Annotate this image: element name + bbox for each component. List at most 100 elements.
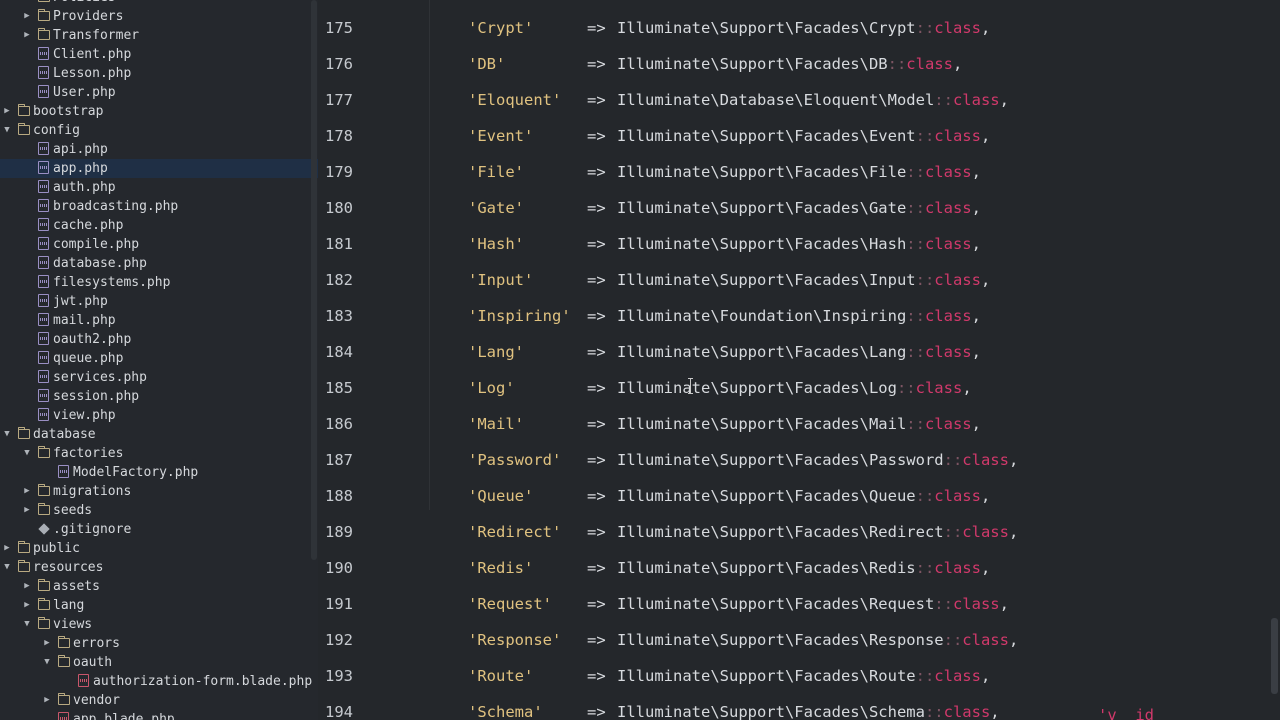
chevron-right-icon[interactable]: ▶ [21, 596, 33, 615]
tree-file[interactable]: api.php [0, 140, 318, 159]
code-line[interactable]: 180 'Gate' => Illuminate\Support\Facades\Ga… [318, 190, 1280, 226]
code-line[interactable]: 190 'Redis' => Illuminate\Support\Facades\R… [318, 550, 1280, 586]
tree-file[interactable]: cache.php [0, 216, 318, 235]
code-line[interactable]: 191 'Request' => Illuminate\Support\Facades… [318, 586, 1280, 622]
code-line[interactable]: 188 'Queue' => Illuminate\Support\Facades\Q… [318, 478, 1280, 514]
tree-folder[interactable]: ▼ config [0, 121, 318, 140]
line-number: 193 [325, 667, 353, 685]
chevron-right-icon[interactable]: ▶ [21, 7, 33, 26]
line-number: 182 [325, 271, 353, 289]
code-line[interactable]: 185 'Log' => Illuminate\Support\Facades\Log… [318, 370, 1280, 406]
tree-folder[interactable]: ▶ assets [0, 577, 318, 596]
tree-file[interactable]: session.php [0, 387, 318, 406]
editor-scrollbar[interactable] [1271, 618, 1278, 694]
namespace-path: Illuminate\Support\Facades\Event [617, 127, 916, 145]
tree-folder[interactable]: ▶ seeds [0, 501, 318, 520]
namespace-path: Illuminate\Support\Facades\Request [617, 595, 935, 613]
chevron-down-icon[interactable]: ▼ [21, 615, 33, 634]
chevron-right-icon[interactable]: ▶ [21, 577, 33, 596]
chevron-down-icon[interactable]: ▼ [1, 121, 13, 140]
chevron-right-icon[interactable]: ▶ [1, 102, 13, 121]
tree-folder[interactable]: ▼ resources [0, 558, 318, 577]
line-number: 189 [325, 523, 353, 541]
tree-file[interactable]: view.php [0, 406, 318, 425]
chevron-down-icon[interactable]: ▼ [1, 558, 13, 577]
tree-file[interactable]: compile.php [0, 235, 318, 254]
tree-folder[interactable]: ▶ Policies [0, 0, 318, 7]
code-editor[interactable]: 175 'Crypt' => Illuminate\Support\Facades\C… [318, 0, 1280, 720]
code-line[interactable]: 184 'Lang' => Illuminate\Support\Facades\La… [318, 334, 1280, 370]
chevron-down-icon[interactable]: ▼ [1, 425, 13, 444]
code-line[interactable]: 187 'Password' => Illuminate\Support\Facade… [318, 442, 1280, 478]
tree-folder[interactable]: ▶ migrations [0, 482, 318, 501]
chevron-right-icon[interactable]: ▶ [1, 539, 13, 558]
chevron-right-icon[interactable]: ▶ [21, 26, 33, 45]
tree-file[interactable]: services.php [0, 368, 318, 387]
tree-file[interactable]: Client.php [0, 45, 318, 64]
alias-key: 'Schema' [468, 703, 543, 720]
tree-file[interactable]: jwt.php [0, 292, 318, 311]
chevron-right-icon[interactable]: ▶ [21, 482, 33, 501]
tree-file[interactable]: oauth2.php [0, 330, 318, 349]
tree-folder[interactable]: ▶ lang [0, 596, 318, 615]
tree-folder[interactable]: ▶ public [0, 539, 318, 558]
code-line[interactable]: 178 'Event' => Illuminate\Support\Facades\E… [318, 118, 1280, 154]
comma: , [980, 127, 991, 145]
namespace-path: Illuminate\Support\Facades\Gate [617, 199, 907, 217]
tree-file[interactable]: authorization-form.blade.php [0, 672, 318, 691]
code-lines: 175 'Crypt' => Illuminate\Support\Facades\C… [318, 10, 1280, 720]
tree-folder[interactable]: ▶ errors [0, 634, 318, 653]
comma: , [971, 307, 981, 325]
sidebar-scrollbar[interactable] [311, 0, 317, 560]
code-line[interactable]: 183 'Inspiring' => Illuminate\Foundation\In… [318, 298, 1280, 334]
tree-folder[interactable]: ▼ views [0, 615, 318, 634]
tree-file[interactable]: database.php [0, 254, 318, 273]
chevron-right-icon[interactable]: ▶ [41, 634, 53, 653]
tree-item-label: mail.php [53, 313, 116, 328]
class-reference: Illuminate\Support\Facades\Input::class, [617, 262, 990, 298]
scope-operator: :: [896, 379, 916, 397]
code-line[interactable]: 186 'Mail' => Illuminate\Support\Facades\Ma… [318, 406, 1280, 442]
code-line[interactable]: 192 'Response' => Illuminate\Support\Facade… [318, 622, 1280, 658]
folder-icon [17, 541, 30, 553]
code-line[interactable]: 182 'Input' => Illuminate\Support\Facades\I… [318, 262, 1280, 298]
code-line[interactable]: 179 'File' => Illuminate\Support\Facades\Fi… [318, 154, 1280, 190]
chevron-right-icon[interactable]: ▶ [21, 501, 33, 520]
tree-folder[interactable]: ▼ database [0, 425, 318, 444]
code-line[interactable]: 176 'DB' => Illuminate\Support\Facades\DB::… [318, 46, 1280, 82]
code-line[interactable]: 189 'Redirect' => Illuminate\Support\Facade… [318, 514, 1280, 550]
code-line[interactable]: 177 'Eloquent' => Illuminate\Database\Eloqu… [318, 82, 1280, 118]
tree-file[interactable]: app.php [0, 159, 318, 178]
tree-file[interactable]: User.php [0, 83, 318, 102]
alias-key: 'Request' [468, 595, 552, 613]
tree-file[interactable]: Lesson.php [0, 64, 318, 83]
tree-folder[interactable]: ▶ Providers [0, 7, 318, 26]
tree-item-label: User.php [53, 85, 116, 100]
chevron-right-icon[interactable]: ▶ [41, 691, 53, 710]
tree-folder[interactable]: ▶ vendor [0, 691, 318, 710]
tree-file[interactable]: ModelFactory.php [0, 463, 318, 482]
folder-icon [57, 655, 70, 667]
chevron-right-icon[interactable]: ▶ [21, 0, 33, 7]
arrow-operator: => [587, 91, 606, 109]
tree-file[interactable]: queue.php [0, 349, 318, 368]
tree-file[interactable]: auth.php [0, 178, 318, 197]
tree-folder[interactable]: ▼ oauth [0, 653, 318, 672]
tree-item-label: session.php [53, 389, 140, 404]
tree-file[interactable]: .gitignore [0, 520, 318, 539]
chevron-down-icon[interactable]: ▼ [41, 653, 53, 672]
tree-folder[interactable]: ▶ Transformer [0, 26, 318, 45]
tree-folder[interactable]: ▶ bootstrap [0, 102, 318, 121]
class-reference: Illuminate\Support\Facades\Event::class, [617, 118, 990, 154]
tree-file[interactable]: broadcasting.php [0, 197, 318, 216]
tree-folder[interactable]: ▼ factories [0, 444, 318, 463]
namespace-path: Illuminate\Support\Facades\Crypt [617, 19, 916, 37]
class-reference: Illuminate\Support\Facades\Crypt::class, [617, 10, 990, 46]
code-line[interactable]: 181 'Hash' => Illuminate\Support\Facades\Ha… [318, 226, 1280, 262]
code-line[interactable]: 193 'Route' => Illuminate\Support\Facades\R… [318, 658, 1280, 694]
chevron-down-icon[interactable]: ▼ [21, 444, 33, 463]
tree-file[interactable]: mail.php [0, 311, 318, 330]
tree-file[interactable]: filesystems.php [0, 273, 318, 292]
tree-file[interactable]: app.blade.php [0, 710, 318, 720]
code-line[interactable]: 175 'Crypt' => Illuminate\Support\Facades\C… [318, 10, 1280, 46]
